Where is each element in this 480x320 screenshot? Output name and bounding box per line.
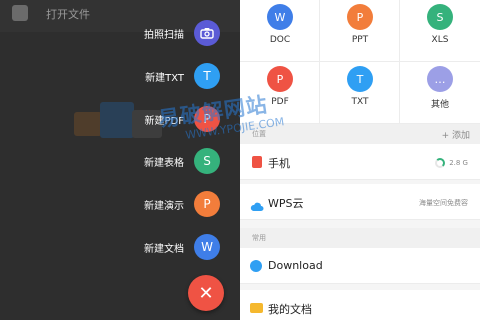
storage-ring-icon <box>435 158 446 168</box>
doc-icon[interactable]: W <box>194 234 220 260</box>
menu-item-scan[interactable]: 拍照扫描 <box>144 20 220 46</box>
location-wps-cloud[interactable]: WPS云 海量空间免费容 <box>240 184 480 220</box>
menu-item-new-sheet-label: 新建表格 <box>144 157 184 169</box>
location-wps-cloud-label: WPS云 <box>268 197 304 210</box>
cloud-icon <box>250 197 264 211</box>
phone-icon <box>252 156 262 168</box>
location-section-header: 位置 + 添加 <box>240 124 480 144</box>
txt-icon[interactable]: T <box>194 63 220 89</box>
grid-item-other[interactable]: … 其他 <box>400 62 480 124</box>
grid-item-ppt-label: PPT <box>351 35 369 45</box>
menu-item-new-slides[interactable]: 新建演示 P <box>144 191 220 217</box>
common-my-documents-label: 我的文档 <box>268 303 312 316</box>
menu-item-new-slides-label: 新建演示 <box>144 200 184 212</box>
slides-icon[interactable]: P <box>194 191 220 217</box>
xls-folder-icon: S <box>427 4 453 30</box>
storage-size: 2.8 G <box>449 159 468 167</box>
common-section-header: 常用 <box>240 228 480 248</box>
more-folder-icon: … <box>427 66 453 92</box>
menu-item-new-pdf[interactable]: 新建PDF P <box>145 106 220 132</box>
cloud-note: 海量空间免费容 <box>419 199 468 207</box>
ppt-folder-icon: P <box>347 4 373 30</box>
menu-item-new-doc[interactable]: 新建文档 W <box>144 234 220 260</box>
menu-item-scan-label: 拍照扫描 <box>144 29 184 41</box>
grid-item-ppt[interactable]: P PPT <box>320 0 400 62</box>
grid-item-txt[interactable]: T TXT <box>320 62 400 124</box>
grid-item-doc-label: DOC <box>269 35 291 45</box>
grid-item-pdf[interactable]: P PDF <box>240 62 320 124</box>
file-type-grid: W DOC P PPT S XLS P PDF T TXT … 其他 <box>240 0 480 124</box>
grid-item-xls[interactable]: S XLS <box>400 0 480 62</box>
grid-item-other-label: 其他 <box>430 100 449 110</box>
file-browser: W DOC P PPT S XLS P PDF T TXT … 其他 位置 + … <box>240 0 480 320</box>
page-title: 打开文件 <box>46 8 90 21</box>
grid-item-txt-label: TXT <box>351 97 369 107</box>
txt-folder-icon: T <box>347 66 373 92</box>
grid-item-pdf-label: PDF <box>271 97 289 107</box>
folder-icon <box>250 303 263 313</box>
menu-icon[interactable] <box>12 5 28 21</box>
menu-item-new-txt-label: 新建TXT <box>145 72 184 84</box>
common-my-documents[interactable]: 我的文档 <box>240 290 480 320</box>
fab-menu-overlay: 打开文件 拍照扫描 新建TXT T 新建PDF P 新建表格 S 新建演示 P … <box>0 0 240 320</box>
close-icon: ✕ <box>198 282 214 304</box>
location-phone-label: 手机 <box>268 157 290 170</box>
pdf-folder-icon: P <box>267 66 293 92</box>
document-illustration-icon <box>100 102 134 138</box>
download-icon <box>250 260 262 272</box>
add-location-button[interactable]: + 添加 <box>442 128 470 141</box>
menu-item-new-doc-label: 新建文档 <box>144 243 184 255</box>
menu-item-new-txt[interactable]: 新建TXT T <box>145 63 220 89</box>
close-fab-button[interactable]: ✕ <box>188 275 224 311</box>
common-download-label: Download <box>268 259 323 272</box>
storage-indicator: 2.8 G <box>435 158 468 168</box>
doc-folder-icon: W <box>267 4 293 30</box>
grid-item-doc[interactable]: W DOC <box>240 0 320 62</box>
grid-item-xls-label: XLS <box>431 35 449 45</box>
folder-illustration-icon <box>74 112 102 136</box>
common-download[interactable]: Download <box>240 248 480 284</box>
camera-icon[interactable] <box>194 20 220 46</box>
pdf-icon[interactable]: P <box>194 106 220 132</box>
location-section-title: 位置 <box>252 130 266 138</box>
location-phone[interactable]: 手机 2.8 G <box>240 144 480 180</box>
sheet-icon[interactable]: S <box>194 148 220 174</box>
menu-item-new-pdf-label: 新建PDF <box>144 115 184 127</box>
menu-item-new-sheet[interactable]: 新建表格 S <box>144 148 220 174</box>
common-section-title: 常用 <box>252 234 266 242</box>
